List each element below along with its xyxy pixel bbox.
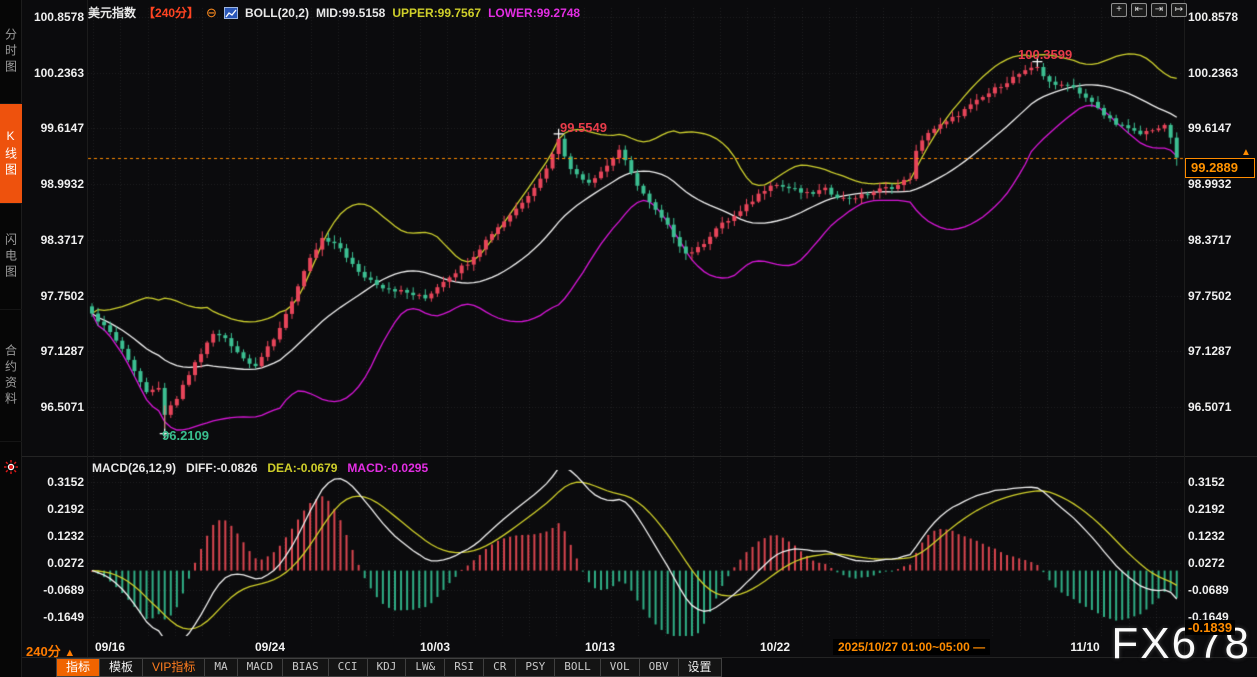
period-badge: 【240分】 [143,6,200,20]
macd-axis-label-right: 0.0272 [1188,555,1225,570]
boll-label: BOLL(20,2) [244,5,309,20]
chart-app-window: 分时图 K线图 闪电图 合约资料 美元指数 【240分】 ⊖ BOLL(20,2) M… [0,0,1257,677]
macd-axis-label-left: 0.2192 [47,501,84,516]
toolbar-item-ma[interactable]: MA [204,658,238,677]
toolbar-item-lw&[interactable]: LW& [405,658,446,677]
macd-axis-label-left: -0.0689 [43,582,84,597]
x-axis-label: 09/24 [254,640,286,654]
macd-axis-label-left: -0.1649 [43,609,84,624]
price-axis-label-left: 99.6147 [40,121,84,136]
macd-current-value: -0.1839 [1185,620,1236,635]
pane-popout-icon[interactable]: ↦ [1171,3,1187,17]
right-axis-border [1184,0,1185,658]
x-axis-label: 10/03 [419,640,451,654]
symbol-name: 美元指数 [88,6,137,20]
x-axis-label: 10/22 [759,640,791,654]
toolbar-item-cr[interactable]: CR [483,658,517,677]
sidebar-tab-kline[interactable]: K线图 [0,104,22,204]
toolbar-item-模板[interactable]: 模板 [99,658,144,677]
toolbar-item-psy[interactable]: PSY [515,658,556,677]
chart-canvas[interactable] [0,0,1257,677]
macd-axis-label-right: -0.0689 [1188,582,1229,597]
toolbar-item-boll[interactable]: BOLL [554,658,601,677]
current-price-box: 99.2889 [1185,158,1255,178]
toolbar-item-vip指标[interactable]: VIP指标 [142,658,206,677]
price-axis-label-right: 97.7502 [1188,288,1232,303]
macd-title: MACD(26,12,9) [92,461,177,475]
price-axis-label-left: 100.2363 [33,65,84,80]
price-axis-label-right: 98.9932 [1188,177,1232,192]
x-axis-label: 10/13 [584,640,616,654]
toolbar-item-指标[interactable]: 指标 [56,658,101,677]
chart-type-sidebar: 分时图 K线图 闪电图 合约资料 [0,0,22,677]
toolbar-item-macd[interactable]: MACD [236,658,284,677]
macd-diff-value: DIFF:-0.0826 [186,461,258,475]
selected-candle-datetime: 2025/10/27 01:00~05:00 — [833,639,991,655]
collapse-icon[interactable]: ⊖ [206,5,217,21]
left-axis-border [87,0,88,658]
sidebar-tab-contract-info[interactable]: 合约资料 [0,310,22,442]
price-axis-label-left: 97.1287 [40,344,84,359]
price-axis-label-left: 97.7502 [40,288,84,303]
crosshair-icon[interactable]: + [1111,3,1127,17]
low-price-annotation: 96.2109 [162,428,209,443]
price-axis-label-right: 99.6147 [1188,121,1232,136]
toolbar-item-vol[interactable]: VOL [599,658,640,677]
price-axis-label-right: 100.8578 [1188,10,1239,24]
high-price-annotation: 100.3599 [1018,47,1073,62]
macd-axis-label-right: 0.1232 [1188,528,1225,543]
sidebar-tab-time-share[interactable]: 分时图 [0,0,22,104]
price-axis-label-left: 98.3717 [40,232,84,247]
macd-header: MACD(26,12,9) DIFF:-0.0826 DEA:-0.0679 M… [92,461,428,475]
price-axis-label-right: 97.1287 [1188,344,1232,359]
toolbar-item-bias[interactable]: BIAS [282,658,329,677]
period-text: 240分 [26,644,61,659]
compress-right-icon[interactable]: ⇥ [1151,3,1167,17]
toolbar-item-obv[interactable]: OBV [638,658,679,677]
toolbar-item-kdj[interactable]: KDJ [366,658,407,677]
macd-axis-label-right: 0.2192 [1188,501,1225,516]
toolbar-item-rsi[interactable]: RSI [444,658,485,677]
sidebar-tabs: 分时图 K线图 闪电图 合约资料 [0,0,22,442]
price-axis-label-left: 98.9932 [40,177,84,192]
sidebar-tab-flash[interactable]: 闪电图 [0,204,22,310]
macd-axis-label-right: 0.3152 [1188,474,1225,489]
boll-mid-value: MID:99.5158 [315,5,386,20]
line-chart-icon[interactable] [223,6,238,19]
toolbar-item-cci[interactable]: CCI [327,658,368,677]
boll-upper-value: UPPER:99.7567 [392,5,482,20]
price-marker-triangle: ▲ [1241,147,1251,158]
x-axis: 09/16 09/24 10/03 10/13 10/22 11/10 2025/10/2… [22,637,1257,658]
macd-dea-value: DEA:-0.0679 [267,461,338,475]
macd-macd-value: MACD:-0.0295 [347,461,429,475]
x-axis-label: 09/16 [94,640,126,654]
price-axis-label-left: 96.5071 [40,400,84,415]
macd-axis-label-left: 0.0272 [47,555,84,570]
chart-header: 美元指数 【240分】 ⊖ BOLL(20,2) MID:99.5158 UPP… [88,4,580,21]
x-axis-label: 11/10 [1070,640,1100,654]
macd-axis-label-left: 0.1232 [47,528,84,543]
price-axis-label-right: 98.3717 [1188,232,1232,247]
high-price-annotation: 99.5549 [560,120,607,135]
price-axis-label-right: 100.2363 [1188,65,1239,80]
indicator-toolbar: 指标 模板 VIP指标 MA MACD BIAS CCI KDJ LW& RSI CR PSY BOLL… [56,658,722,677]
toolbar-item-设置[interactable]: 设置 [677,658,722,677]
price-axis-label-right: 96.5071 [1188,400,1232,415]
compress-left-icon[interactable]: ⇤ [1131,3,1147,17]
boll-lower-value: LOWER:99.2748 [488,5,581,20]
chart-tool-icons: + ⇤ ⇥ ↦ [1111,3,1187,17]
alarm-icon[interactable] [4,460,18,474]
price-axis-label-left: 100.8578 [33,10,84,24]
macd-axis-label-left: 0.3152 [47,474,84,489]
pane-divider [22,456,1257,457]
